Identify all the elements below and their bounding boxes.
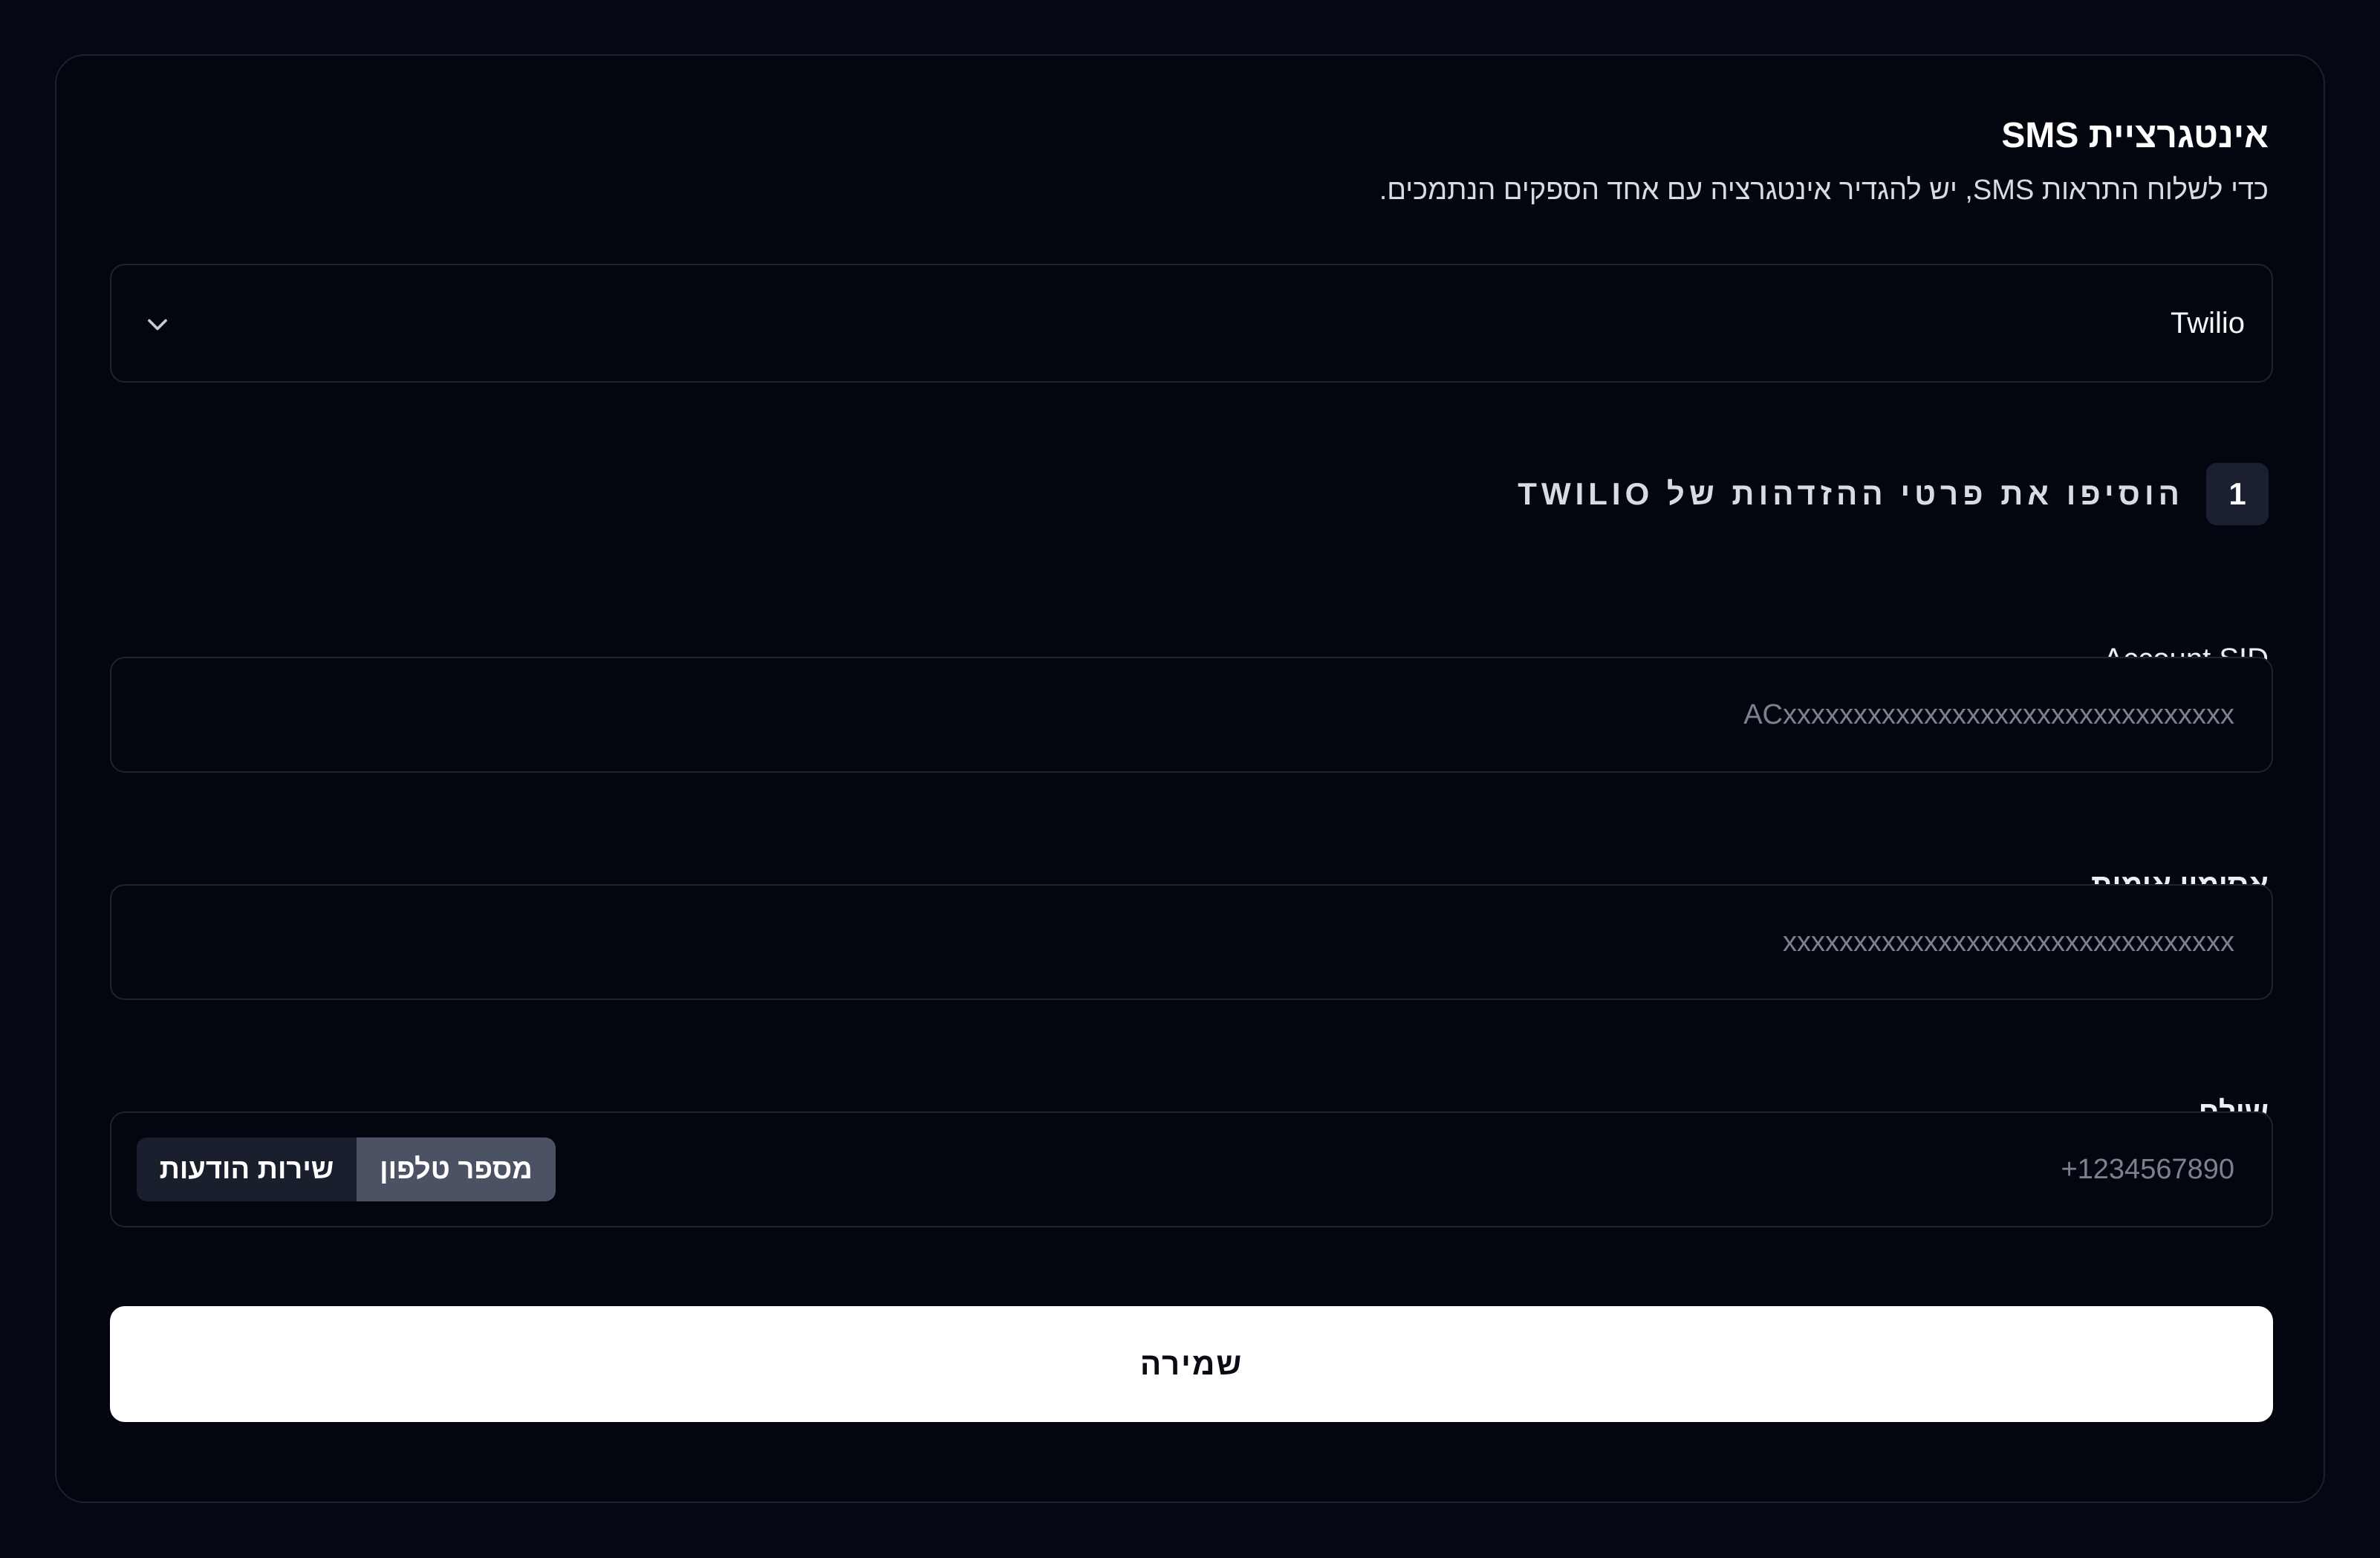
provider-select-value: Twilio bbox=[2170, 307, 2245, 340]
provider-select[interactable]: Twilio bbox=[110, 264, 2273, 383]
sender-type-toggle: שירות הודעות מספר טלפון bbox=[137, 1137, 556, 1201]
step-number-badge: 1 bbox=[2206, 463, 2269, 525]
save-button[interactable]: שמירה bbox=[110, 1306, 2273, 1422]
card-subtitle: כדי לשלוח התראות SMS, יש להגדיר אינטגרצי… bbox=[1379, 175, 2269, 206]
step-label: הוסיפו את פרטי ההזדהות של TWILIO bbox=[1518, 476, 2184, 511]
sms-integration-card: אינטגרציית SMS כדי לשלוח התראות SMS, יש … bbox=[55, 54, 2325, 1503]
auth-token-input[interactable] bbox=[110, 884, 2273, 1000]
sender-field: שירות הודעות מספר טלפון bbox=[110, 1111, 2273, 1227]
card-title: אינטגרציית SMS bbox=[2001, 116, 2269, 155]
step-header: 1 הוסיפו את פרטי ההזדהות של TWILIO bbox=[1518, 463, 2269, 525]
chevron-down-icon bbox=[148, 319, 167, 331]
account-sid-input[interactable] bbox=[110, 657, 2273, 773]
phone-number-toggle-button[interactable]: מספר טלפון bbox=[357, 1137, 556, 1201]
messaging-service-toggle-button[interactable]: שירות הודעות bbox=[137, 1137, 357, 1201]
